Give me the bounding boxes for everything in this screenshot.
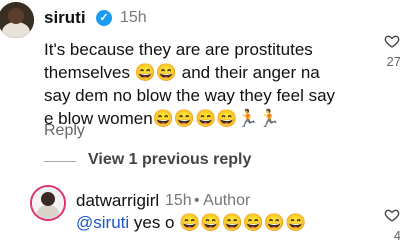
reply-text: @siruti yes o 😄😄😄😄😄😄 [76, 213, 306, 233]
replier-avatar[interactable] [30, 185, 66, 221]
mention-link[interactable]: @siruti [76, 213, 129, 232]
comment-timestamp: 15h [120, 9, 147, 26]
reply-body: yes o 😄😄😄😄😄😄 [129, 213, 307, 232]
thread-divider [44, 161, 76, 162]
commenter-avatar[interactable] [0, 2, 34, 38]
reply-timestamp: 15h [165, 192, 192, 209]
comment-like-count: 27 [386, 54, 400, 69]
commenter-username[interactable]: siruti [44, 8, 86, 28]
reply-like-heart-icon[interactable] [384, 207, 400, 223]
replier-username[interactable]: datwarrigirl [76, 191, 159, 211]
author-label: • Author [194, 192, 251, 209]
view-previous-replies-link[interactable]: View 1 previous reply [88, 151, 251, 169]
verified-badge-icon: ✓ [96, 10, 112, 26]
reply-button[interactable]: Reply [44, 122, 85, 140]
reply-like-count: 4 [393, 228, 400, 243]
like-heart-icon[interactable] [384, 33, 400, 49]
comment-text: It's because they are are prostitutes th… [44, 40, 336, 128]
